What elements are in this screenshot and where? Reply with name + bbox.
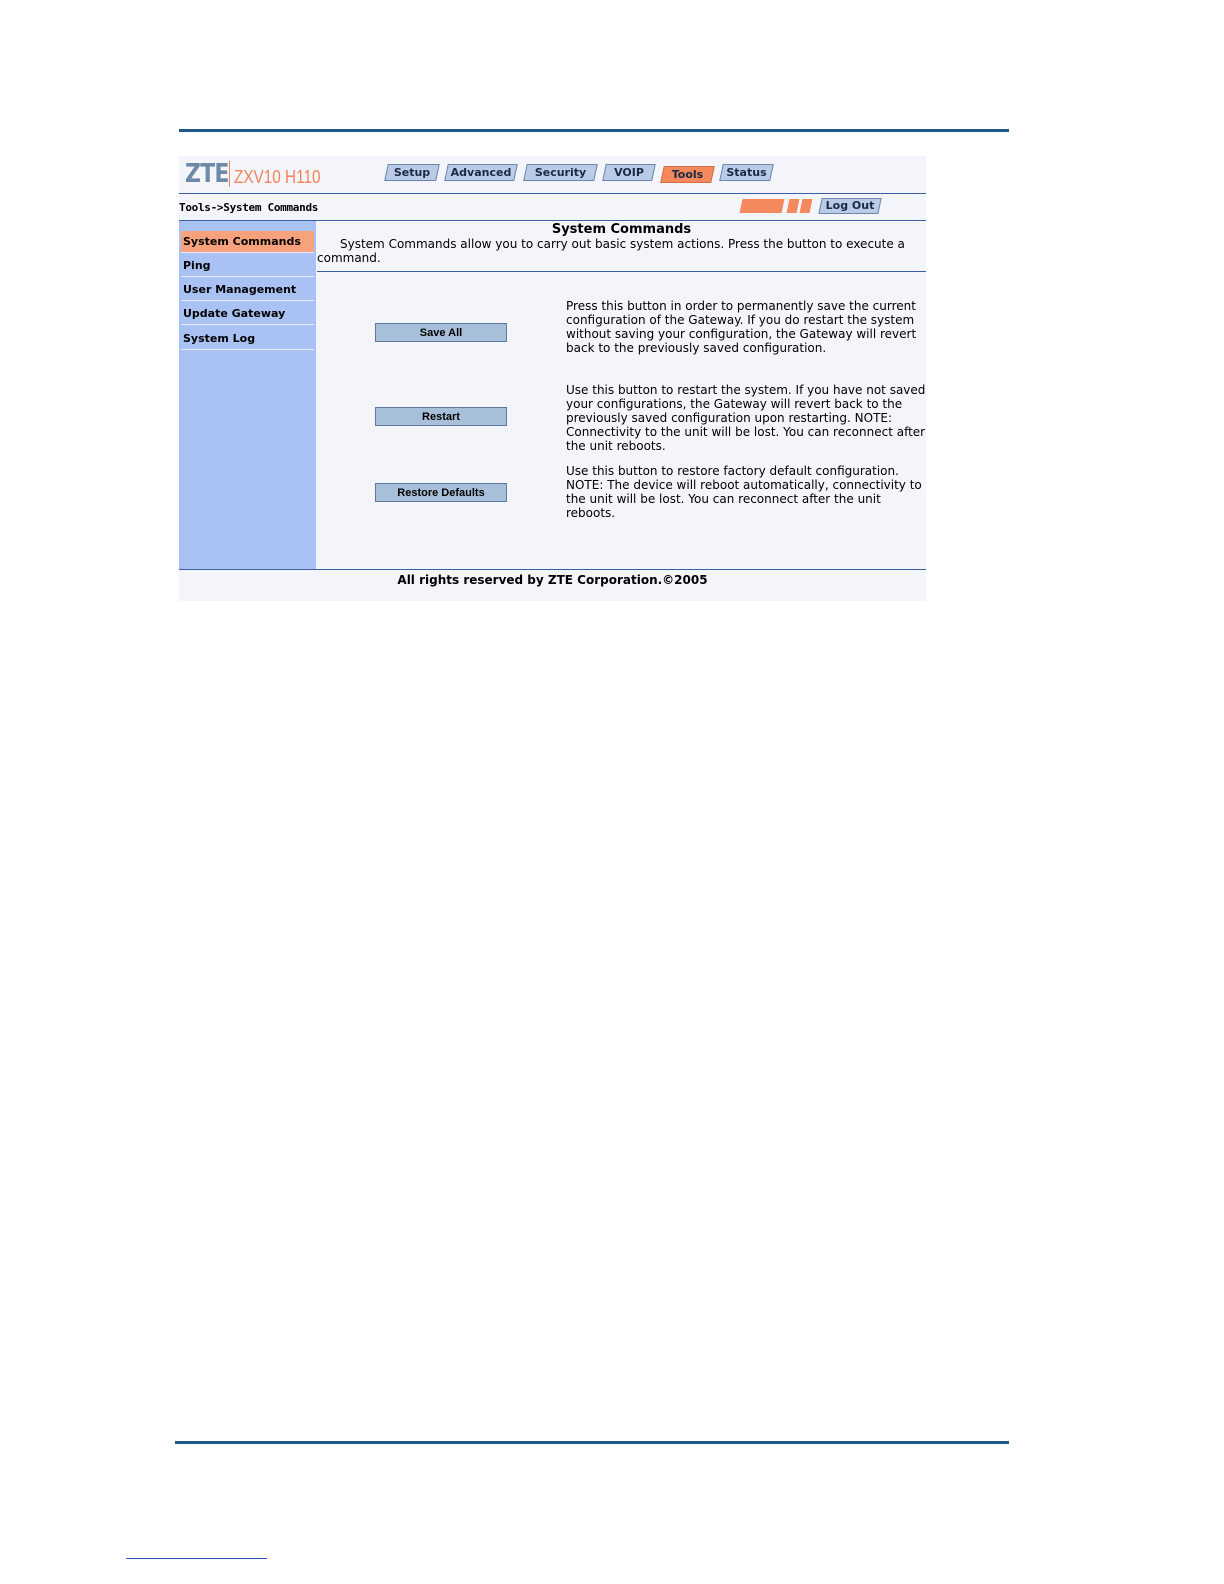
header-bar: ZTE ZXV10 H110 Setup Advanced Security V… [179,156,926,194]
tab-voip[interactable]: VOIP [602,164,656,181]
sidebar: System Commands Ping User Management Upd… [179,221,316,569]
sidebar-item-system-log[interactable]: System Log [181,328,314,350]
logo-model: ZXV10 H110 [234,166,321,187]
sidebar-item-ping[interactable]: Ping [181,255,314,277]
logo-divider [229,161,230,187]
tab-advanced[interactable]: Advanced [444,164,518,181]
tab-tools[interactable]: Tools [660,166,715,183]
save-all-description: Press this button in order to permanentl… [566,299,917,355]
breadcrumb-bar: Tools->System Commands Log Out [179,194,926,221]
footer-bar: All rights reserved by ZTE Corporation.©… [179,569,926,601]
restart-button[interactable]: Restart [375,407,507,426]
sidebar-item-user-management[interactable]: User Management [181,279,314,301]
save-all-button[interactable]: Save All [375,323,507,342]
tab-security[interactable]: Security [523,164,598,181]
page-top-rule [179,129,1009,132]
restart-description: Use this button to restart the system. I… [566,383,926,453]
footnote-rule [126,1558,267,1559]
page-bottom-rule [175,1441,1009,1444]
logo-brand: ZTE [185,159,230,189]
page-description: System Commands allow you to carry out b… [317,237,905,265]
main-content: System Commands System Commands allow yo… [317,221,926,569]
tab-setup[interactable]: Setup [384,164,440,181]
decorative-stripe [739,199,785,213]
router-web-ui: ZTE ZXV10 H110 Setup Advanced Security V… [179,156,926,601]
tab-status[interactable]: Status [719,164,774,181]
page-title: System Commands [551,222,692,237]
copyright-text: All rights reserved by ZTE Corporation.©… [397,573,708,587]
decorative-stripe [786,199,800,213]
breadcrumb: Tools->System Commands [179,201,319,214]
section-divider [317,271,926,272]
restore-defaults-button[interactable]: Restore Defaults [375,483,507,502]
restore-defaults-description: Use this button to restore factory defau… [566,464,922,520]
sidebar-item-system-commands[interactable]: System Commands [181,231,314,253]
zte-logo: ZTE ZXV10 H110 [185,159,336,189]
sidebar-item-update-gateway[interactable]: Update Gateway [181,303,314,325]
logout-button[interactable]: Log Out [818,198,882,214]
decorative-stripe [799,199,813,213]
